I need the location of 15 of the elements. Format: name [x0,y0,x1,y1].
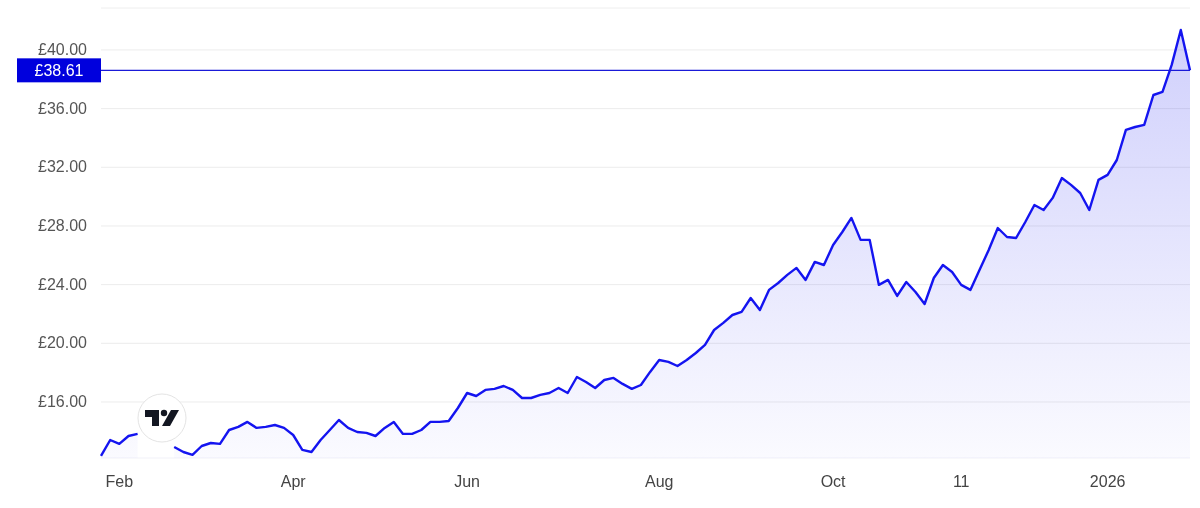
axis-label: £20.00 [38,334,87,352]
axis-label: £28.00 [38,216,87,234]
axis-label: £36.00 [38,99,87,117]
axis-label: £40.00 [38,40,87,58]
axis-label: Aug [645,473,674,490]
axis-label: £32.00 [38,158,87,176]
price-tag-label: £38.61 [34,62,84,80]
axis-label: Oct [820,473,846,490]
axis-label: 11 [952,473,970,490]
axis-label: Feb [105,473,134,490]
axis-label: Apr [280,473,306,490]
axis-label: Jun [454,473,480,490]
axis-label: 2026 [1089,473,1126,490]
axis-label: £16.00 [38,392,87,410]
axis-label: £24.00 [38,275,87,293]
